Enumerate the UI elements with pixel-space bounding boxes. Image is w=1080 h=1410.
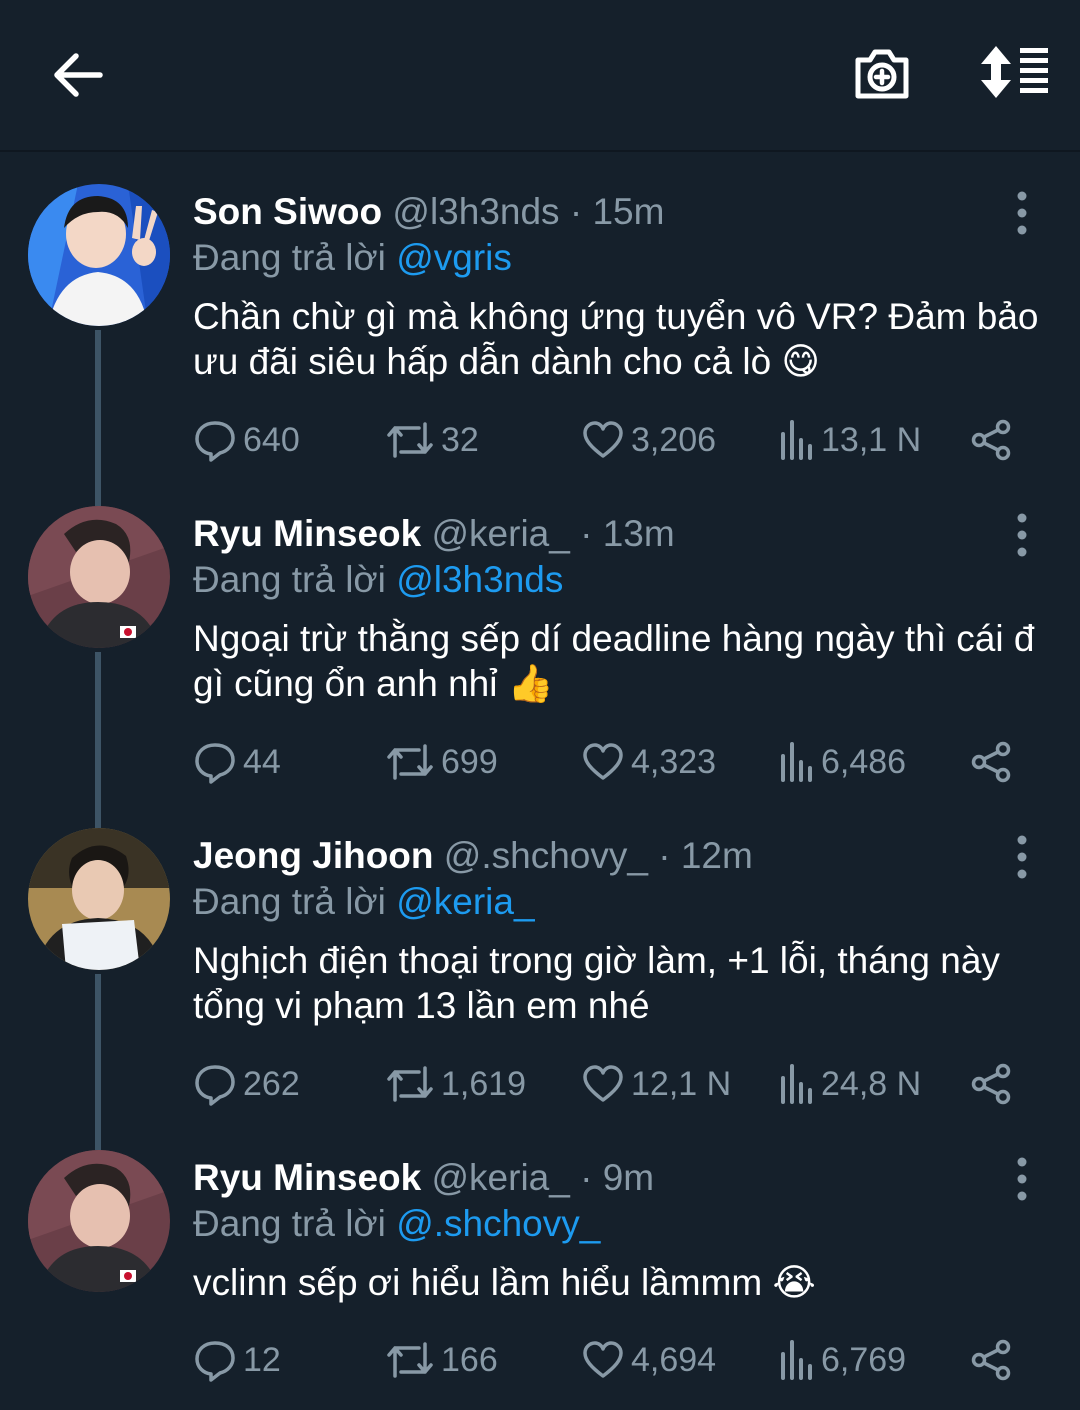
separator: · (658, 835, 671, 876)
tweet[interactable]: Ryu Minseok @keria_ · 9m Đang trả lời @.… (0, 966, 1080, 1382)
tweet-header: Ryu Minseok @keria_ · 13m (193, 511, 675, 557)
mention-link[interactable]: @l3h3nds (396, 559, 563, 600)
retweet-count: 166 (441, 1340, 498, 1379)
tweet[interactable]: Jeong Jihoon @.shchovy_ · 12m Đang trả l… (0, 644, 1080, 1106)
more-options-button[interactable] (1010, 1156, 1034, 1202)
reply-button[interactable]: 12 (193, 1332, 281, 1388)
more-vertical-icon (1017, 513, 1027, 557)
replying-to: Đang trả lời @keria_ (193, 879, 535, 925)
timestamp[interactable]: 9m (603, 1157, 654, 1198)
more-options-button[interactable] (1010, 512, 1034, 558)
display-name[interactable]: Ryu Minseok (193, 1157, 421, 1198)
timestamp[interactable]: 15m (592, 191, 664, 232)
tweet-header: Son Siwoo @l3h3nds · 15m (193, 189, 664, 235)
view-count: 6,769 (821, 1340, 907, 1379)
username[interactable]: @keria_ (432, 513, 570, 554)
replying-to: Đang trả lời @.shchovy_ (193, 1201, 600, 1247)
bar-chart-icon (781, 1340, 812, 1380)
username[interactable]: @l3h3nds (392, 191, 559, 232)
replying-to-label: Đang trả lời (193, 237, 386, 278)
replying-to-label: Đang trả lời (193, 881, 386, 922)
username[interactable]: @.shchovy_ (444, 835, 648, 876)
display-name[interactable]: Jeong Jihoon (193, 835, 434, 876)
like-count: 4,694 (631, 1340, 717, 1379)
tweet[interactable]: Ryu Minseok @keria_ · 13m Đang trả lời @… (0, 322, 1080, 784)
more-vertical-icon (1017, 1157, 1027, 1201)
mention-link[interactable]: @keria_ (396, 881, 534, 922)
views-button[interactable]: 6,769 (779, 1332, 906, 1388)
username[interactable]: @keria_ (432, 1157, 570, 1198)
avatar[interactable] (28, 1150, 170, 1292)
like-button[interactable]: 4,694 (581, 1332, 716, 1388)
avatar[interactable] (28, 506, 170, 648)
share-icon (971, 1339, 1011, 1381)
more-vertical-icon (1017, 191, 1027, 235)
more-options-button[interactable] (1010, 190, 1034, 236)
separator: · (580, 1157, 593, 1198)
more-vertical-icon (1017, 835, 1027, 879)
timestamp[interactable]: 13m (603, 513, 675, 554)
replying-to: Đang trả lời @vgris (193, 235, 512, 281)
reply-count: 12 (243, 1340, 281, 1379)
avatar[interactable] (28, 184, 170, 326)
tweet-header: Jeong Jihoon @.shchovy_ · 12m (193, 833, 753, 879)
avatar[interactable] (28, 828, 170, 970)
share-button[interactable] (969, 1332, 1013, 1388)
display-name[interactable]: Ryu Minseok (193, 513, 421, 554)
tweet-header: Ryu Minseok @keria_ · 9m (193, 1155, 654, 1201)
retweet-icon (387, 1342, 433, 1378)
mention-link[interactable]: @vgris (396, 237, 512, 278)
replying-to-label: Đang trả lời (193, 559, 386, 600)
reply-icon (195, 1341, 235, 1382)
replying-to: Đang trả lời @l3h3nds (193, 557, 563, 603)
separator: · (569, 191, 583, 232)
tweet-text: vclinn sếp ơi hiểu lầm hiểu lầmmm 😭 (193, 1262, 816, 1303)
retweet-button[interactable]: 166 (385, 1332, 498, 1388)
timestamp[interactable]: 12m (681, 835, 753, 876)
more-options-button[interactable] (1010, 834, 1034, 880)
heart-icon (583, 1341, 623, 1378)
tweet[interactable]: Son Siwoo @l3h3nds · 15m Đang trả lời @v… (0, 0, 1080, 462)
mention-link[interactable]: @.shchovy_ (396, 1203, 600, 1244)
tweet-actions: 12 166 4,694 6,769 (193, 1332, 1023, 1388)
separator: · (580, 513, 593, 554)
replying-to-label: Đang trả lời (193, 1203, 386, 1244)
display-name[interactable]: Son Siwoo (193, 191, 382, 232)
